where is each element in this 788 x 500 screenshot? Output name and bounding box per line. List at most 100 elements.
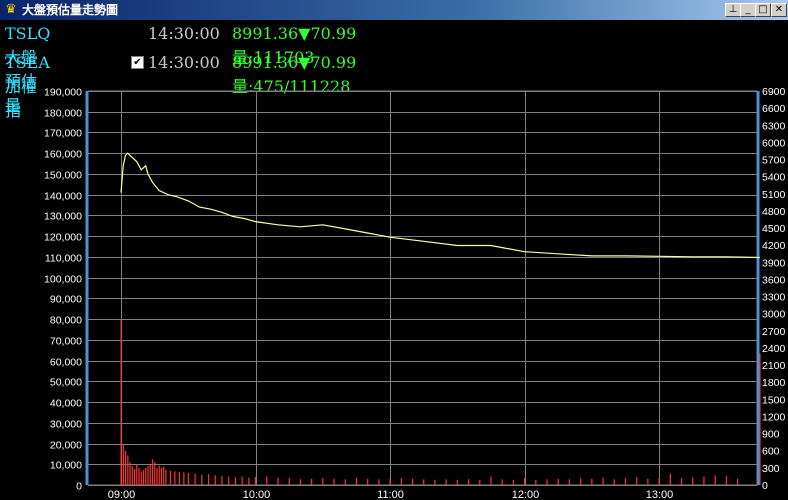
y-right-tick-label: 900 <box>762 429 780 441</box>
volume-bar <box>647 478 649 485</box>
y-left-tick-label: 60,000 <box>50 357 82 369</box>
volume-bar <box>535 479 537 485</box>
volume-bar <box>680 478 683 485</box>
volume-bar <box>333 478 335 485</box>
volume-bar <box>129 462 131 485</box>
volume-bar <box>221 475 223 485</box>
volume-bar <box>194 473 196 485</box>
volume-bar <box>151 459 154 485</box>
volume-bar <box>580 478 582 485</box>
volume-bar <box>456 479 458 485</box>
y-right-tick-label: 300 <box>762 463 780 475</box>
volume-bar <box>149 465 151 485</box>
y-left-tick-label: 30,000 <box>50 419 82 431</box>
volume-bar <box>133 469 136 485</box>
volume-bar <box>322 478 324 485</box>
volume-bar <box>138 467 140 485</box>
volume-bar <box>512 479 514 485</box>
volume-bar <box>546 479 548 485</box>
volume-bar <box>145 467 147 485</box>
y-right-tick-label: 6300 <box>762 120 786 132</box>
y-left-tick-label: 110,000 <box>45 253 82 265</box>
volume-bar <box>703 476 705 485</box>
volume-bar <box>120 319 122 485</box>
volume-bar <box>241 476 243 485</box>
y-right-tick-label: 3900 <box>762 257 786 269</box>
y-right-tick-label: 3000 <box>762 309 786 321</box>
y-right-tick-label: 4800 <box>762 206 786 218</box>
volume-bar <box>400 478 402 485</box>
volume-bar <box>228 476 230 485</box>
volume-bar <box>131 466 133 485</box>
y-right-tick-label: 2700 <box>762 326 786 338</box>
volume-bar <box>163 466 165 485</box>
volume-bar <box>187 473 189 485</box>
volume-bar <box>183 472 185 485</box>
y-left-tick-label: 120,000 <box>44 232 82 244</box>
volume-bar <box>636 477 638 485</box>
y-right-tick-label: 5400 <box>762 172 786 184</box>
volume-bar <box>174 471 176 485</box>
volume-bar <box>147 466 149 485</box>
x-tick-label: 10:00 <box>243 489 271 500</box>
volume-bar <box>490 476 492 485</box>
y-left-tick-label: 10,000 <box>50 460 82 472</box>
y-right-tick-label: 2100 <box>762 360 786 372</box>
volume-bar <box>467 479 470 485</box>
volume-bar <box>624 478 627 485</box>
y-left-tick-label: 0 <box>76 481 82 493</box>
volume-bar <box>201 474 203 485</box>
volume-bar <box>692 477 694 485</box>
volume-bar <box>344 479 346 485</box>
volume-bar <box>156 467 158 485</box>
volume-bar <box>479 479 481 485</box>
y-left-tick-label: 70,000 <box>50 336 82 348</box>
volume-bar <box>736 478 739 485</box>
y-left-tick-label: 180,000 <box>44 108 82 120</box>
x-tick-label: 12:00 <box>512 489 540 500</box>
volume-bar <box>288 478 290 485</box>
y-left-tick-label: 80,000 <box>50 315 82 327</box>
volume-bar <box>613 479 615 485</box>
y-right-tick-label: 6900 <box>762 86 786 98</box>
x-tick-label: 11:00 <box>377 489 404 500</box>
volume-bar <box>378 479 380 485</box>
x-tick-label: 09:00 <box>108 489 136 500</box>
y-right-tick-label: 5700 <box>762 155 786 167</box>
volume-bar <box>214 475 216 485</box>
volume-bar <box>165 469 167 485</box>
y-right-tick-label: 5100 <box>762 189 786 201</box>
volume-bar <box>389 478 391 485</box>
y-right-tick-label: 2400 <box>762 343 786 355</box>
volume-bar <box>160 467 163 485</box>
y-left-tick-label: 150,000 <box>44 170 82 182</box>
volume-bar <box>434 479 436 485</box>
volume-bar <box>255 477 257 485</box>
volume-bar <box>411 478 414 485</box>
volume-bar <box>277 477 279 485</box>
y-left-tick-label: 130,000 <box>44 211 82 223</box>
y-right-tick-label: 4500 <box>762 223 786 235</box>
volume-bar <box>568 479 571 485</box>
y-right-tick-label: 600 <box>762 446 780 458</box>
y-left-tick-label: 190,000 <box>44 87 82 99</box>
volume-bar <box>501 479 503 485</box>
volume-bar <box>136 465 138 485</box>
volume-bar <box>266 476 268 485</box>
volume-bar <box>725 475 727 485</box>
y-left-tick-label: 90,000 <box>50 294 82 306</box>
volume-bar <box>248 477 250 485</box>
y-right-tick-label: 4200 <box>762 240 786 252</box>
y-right-tick-label: 3300 <box>762 292 786 304</box>
volume-bar <box>602 477 604 485</box>
y-left-tick-label: 50,000 <box>50 377 82 389</box>
volume-bar <box>524 478 526 485</box>
volume-bar <box>207 474 210 485</box>
plot-frame <box>87 90 758 486</box>
volume-bar <box>140 471 142 485</box>
volume-bar <box>658 477 660 485</box>
volume-bar <box>355 477 358 485</box>
volume-bar <box>445 479 447 485</box>
y-right-tick-label: 1500 <box>762 394 786 406</box>
volume-bar <box>124 450 127 485</box>
